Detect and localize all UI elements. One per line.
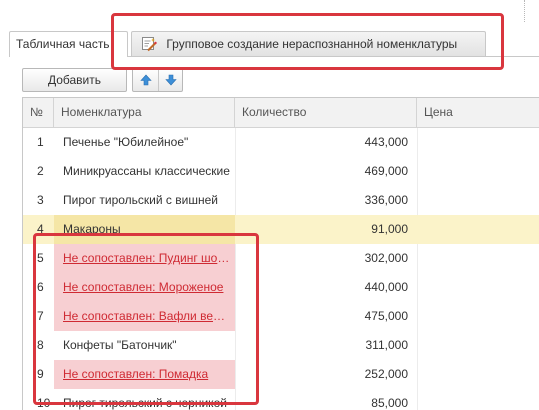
table-row-current[interactable]: 4 Макароны 91,000: [23, 215, 539, 244]
price-cell[interactable]: [417, 215, 539, 244]
table-row-unmatched[interactable]: 7 Не сопоставлен: Вафли венские 475,000: [23, 302, 539, 331]
table-row[interactable]: 8 Конфеты "Батончик" 311,000: [23, 331, 539, 360]
table-row[interactable]: 2 Миникруассаны классические 469,000: [23, 157, 539, 186]
row-number: 6: [37, 280, 44, 294]
table-row[interactable]: 10 Пирог тирольский с черникой 85,000: [23, 389, 539, 410]
row-number: 8: [37, 338, 44, 352]
price-cell[interactable]: [417, 273, 539, 302]
price-cell[interactable]: [417, 244, 539, 273]
table-header: № Номенклатура Количество Цена: [23, 98, 539, 128]
price-cell[interactable]: [417, 186, 539, 215]
move-down-button[interactable]: [158, 69, 183, 91]
quantity-cell[interactable]: 85,000: [235, 389, 417, 410]
nomenclature-cell[interactable]: Макароны: [54, 215, 235, 244]
price-cell[interactable]: [417, 360, 539, 389]
unmatched-nomenclature-link[interactable]: Не сопоставлен: Помадка: [54, 360, 235, 389]
move-buttons-group: [132, 68, 183, 92]
tab-group-create-unmatched[interactable]: Групповое создание нераспознанной номенк…: [131, 31, 486, 56]
row-number: 9: [37, 367, 44, 381]
row-number: 4: [37, 222, 44, 236]
quantity-cell[interactable]: 302,000: [235, 244, 417, 273]
unmatched-nomenclature-link[interactable]: Не сопоставлен: Пудинг шоколадный: [54, 244, 235, 273]
tab-table-part[interactable]: Табличная часть: [9, 31, 128, 57]
column-header-number[interactable]: №: [23, 98, 54, 127]
nomenclature-cell[interactable]: Конфеты "Батончик": [54, 331, 235, 360]
price-cell[interactable]: [417, 331, 539, 360]
price-cell[interactable]: [417, 128, 539, 157]
add-button[interactable]: Добавить: [22, 68, 127, 92]
wand-edit-icon: [141, 36, 157, 52]
nomenclature-cell[interactable]: Миникруассаны классические: [54, 157, 235, 186]
column-header-nomenclature[interactable]: Номенклатура: [54, 98, 235, 127]
quantity-cell[interactable]: 443,000: [235, 128, 417, 157]
nomenclature-cell[interactable]: Печенье "Юбилейное": [54, 128, 235, 157]
tab-label: Табличная часть: [16, 37, 110, 51]
splitter-handle[interactable]: [524, 0, 526, 22]
tab-label: Групповое создание нераспознанной номенк…: [166, 37, 458, 51]
quantity-cell[interactable]: 91,000: [235, 215, 417, 244]
row-number: 5: [37, 251, 44, 265]
tab-bar: Табличная часть Групповое создание нерас…: [9, 31, 539, 57]
row-number: 2: [37, 164, 44, 178]
nomenclature-cell[interactable]: Пирог тирольский с черникой: [54, 389, 235, 410]
quantity-cell[interactable]: 469,000: [235, 157, 417, 186]
quantity-cell[interactable]: 440,000: [235, 273, 417, 302]
quantity-cell[interactable]: 336,000: [235, 186, 417, 215]
quantity-cell[interactable]: 475,000: [235, 302, 417, 331]
arrow-up-icon: [139, 74, 152, 86]
row-number: 7: [37, 309, 44, 323]
arrow-down-icon: [164, 74, 177, 86]
row-number: 10: [37, 396, 51, 410]
row-number: 3: [37, 193, 44, 207]
unmatched-nomenclature-link[interactable]: Не сопоставлен: Вафли венские: [54, 302, 235, 331]
goods-table: № Номенклатура Количество Цена 1 Печенье…: [22, 97, 539, 410]
price-cell[interactable]: [417, 302, 539, 331]
column-header-quantity[interactable]: Количество: [235, 98, 417, 127]
price-cell[interactable]: [417, 389, 539, 410]
price-cell[interactable]: [417, 157, 539, 186]
form-header-area: [0, 0, 539, 30]
move-up-button[interactable]: [133, 69, 159, 91]
row-number: 1: [37, 135, 44, 149]
unmatched-nomenclature-link[interactable]: Не сопоставлен: Мороженое: [54, 273, 235, 302]
form-window: Табличная часть Групповое создание нерас…: [0, 0, 539, 410]
quantity-cell[interactable]: 311,000: [235, 331, 417, 360]
table-row-unmatched[interactable]: 6 Не сопоставлен: Мороженое 440,000: [23, 273, 539, 302]
column-header-price[interactable]: Цена: [417, 98, 539, 127]
nomenclature-cell[interactable]: Пирог тирольский с вишней: [54, 186, 235, 215]
table-row[interactable]: 1 Печенье "Юбилейное" 443,000: [23, 128, 539, 157]
table-row-unmatched[interactable]: 9 Не сопоставлен: Помадка 252,000: [23, 360, 539, 389]
table-row[interactable]: 3 Пирог тирольский с вишней 336,000: [23, 186, 539, 215]
table-row-unmatched[interactable]: 5 Не сопоставлен: Пудинг шоколадный 302,…: [23, 244, 539, 273]
quantity-cell[interactable]: 252,000: [235, 360, 417, 389]
